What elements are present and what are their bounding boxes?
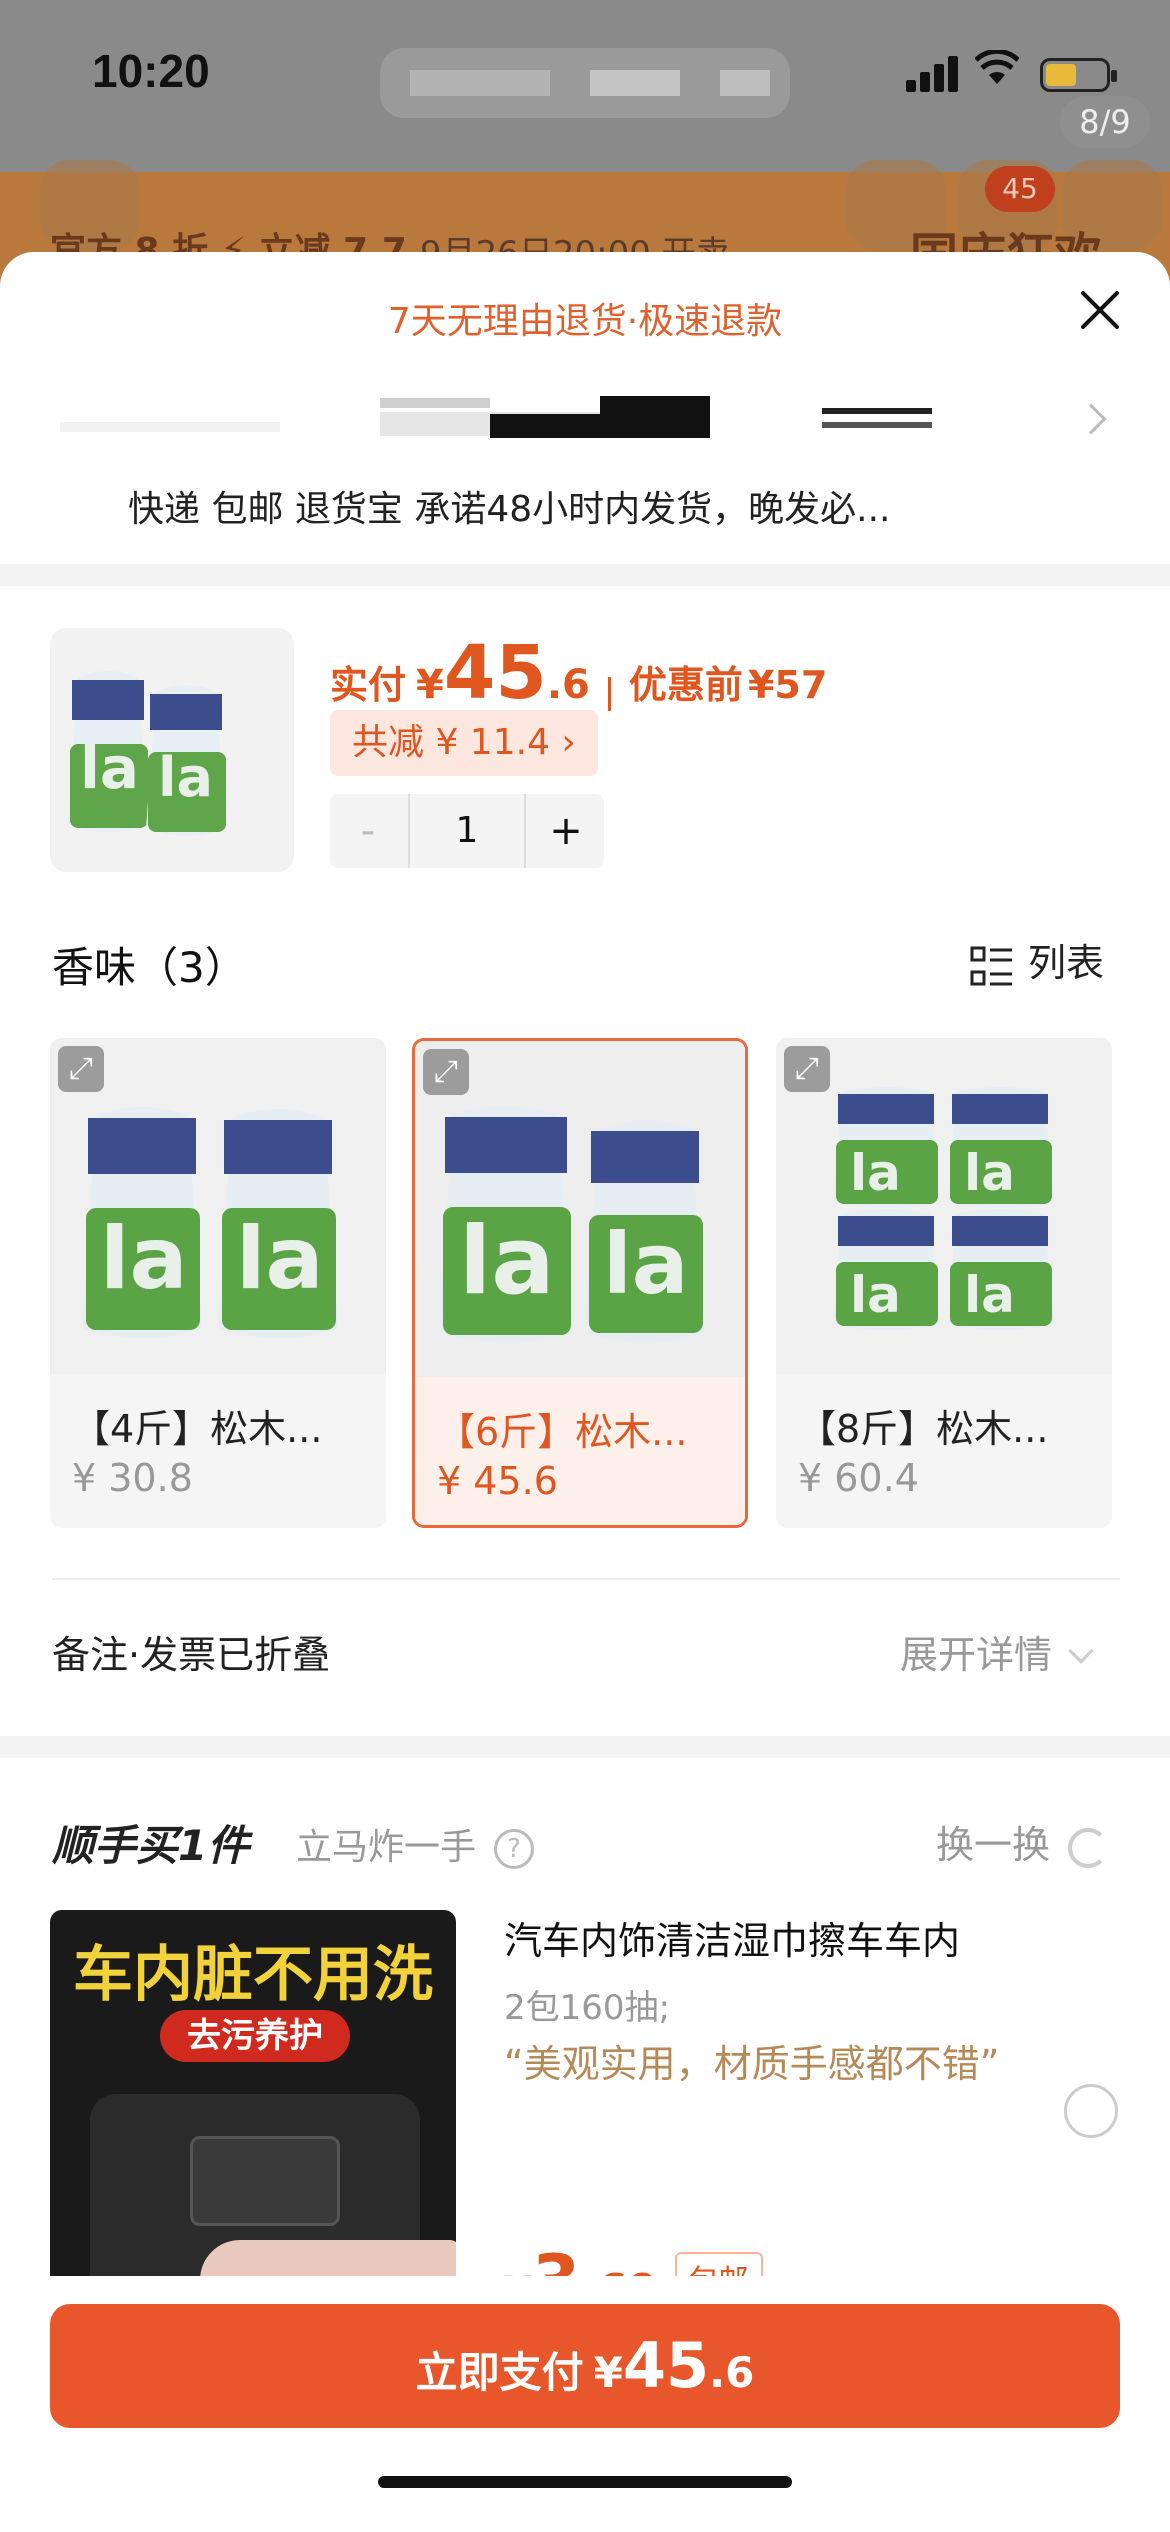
refresh-icon: [1068, 1827, 1109, 1868]
orig-price: ¥57: [747, 663, 828, 707]
variant-price: ¥ 60.4: [798, 1456, 919, 1500]
redacted-text: [60, 422, 280, 432]
service-summary: 快递 包邮 退货宝 承诺48小时内发货，晚发必...: [128, 489, 891, 530]
addon-product-name[interactable]: 汽车内饰清洁湿巾擦车车内: [504, 1910, 960, 1965]
decrease-button[interactable]: -: [330, 794, 406, 868]
increase-button[interactable]: +: [528, 794, 604, 868]
cart-badge: 45: [985, 166, 1055, 212]
divider: [52, 1578, 1120, 1580]
redacted-text: [822, 408, 932, 414]
variant-name: 【4斤】松木...: [72, 1407, 323, 1451]
addon-subtitle-text: 立马炸一手: [296, 1827, 477, 1868]
help-icon[interactable]: ?: [494, 1829, 535, 1869]
return-policy-note: 7天无理由退货·极速退款: [387, 301, 783, 342]
svg-text:la: la: [603, 1215, 688, 1313]
redacted-text: [822, 422, 932, 428]
quantity-value[interactable]: 1: [408, 794, 526, 868]
paid-label: 实付: [330, 663, 407, 707]
addon-title: 顺手买1件: [52, 1821, 250, 1870]
section-divider: [0, 564, 1170, 586]
expand-details-label: 展开详情: [900, 1633, 1053, 1677]
addon-image-headline: 车内脏不用洗: [73, 1940, 433, 2010]
product-thumbnail[interactable]: la la: [50, 628, 294, 872]
svg-text:la: la: [850, 1144, 901, 1202]
close-icon[interactable]: [1070, 280, 1130, 340]
pay-now-label: 立即支付: [415, 2348, 584, 2397]
addon-subtitle: 立马炸一手?: [296, 1818, 535, 1870]
orig-label: 优惠前: [628, 663, 743, 707]
dynamic-island: [380, 48, 790, 118]
pay-now-price-decimal: .6: [709, 2348, 755, 2397]
variant-section-title: 香味（3）: [52, 943, 247, 992]
variant-price: ¥ 30.8: [72, 1456, 193, 1500]
wifi-icon: [975, 50, 1019, 86]
variant-name: 【6斤】松木...: [437, 1410, 688, 1454]
variant-price: ¥ 45.6: [437, 1459, 558, 1503]
pay-now-button[interactable]: 立即支付 ¥45.6: [50, 2304, 1120, 2428]
expand-details-button[interactable]: 展开详情: [900, 1624, 1094, 1679]
discount-chip[interactable]: 共减 ¥ 11.4 ›: [330, 710, 598, 776]
price-decimal: .6: [546, 662, 590, 708]
redacted-text: [600, 396, 710, 438]
battery-icon: [1040, 58, 1117, 92]
svg-text:la: la: [100, 1209, 188, 1309]
currency-symbol: ¥: [416, 662, 444, 708]
purchase-sheet: 7天无理由退货·极速退款 快递 包邮 退货宝 承诺48小时内发货，晚发必... …: [0, 252, 1170, 2532]
svg-text:la: la: [459, 1207, 555, 1316]
addon-product-image[interactable]: 车内脏不用洗 去污养护: [50, 1910, 456, 2296]
svg-text:la: la: [158, 746, 213, 809]
expand-icon[interactable]: [784, 1046, 830, 1092]
price-separator: [607, 676, 611, 711]
image-page-counter: 8/9: [1060, 96, 1150, 148]
redacted-text: [380, 398, 490, 408]
price-summary: 实付 ¥45.6 优惠前 ¥57: [330, 630, 827, 716]
variant-card-6jin[interactable]: la la 【6斤】松木... ¥ 45.6: [412, 1038, 748, 1528]
svg-text:la: la: [80, 734, 139, 802]
chevron-down-icon: [1068, 1638, 1094, 1664]
list-view-toggle[interactable]: 列表: [970, 932, 1104, 988]
swap-button[interactable]: 换一换: [936, 1814, 1109, 1869]
expand-icon[interactable]: [58, 1046, 104, 1092]
section-divider: [0, 1736, 1170, 1758]
status-bar: 10:20 8/9: [0, 0, 1170, 150]
home-indicator[interactable]: [378, 2476, 792, 2488]
variant-name: 【8斤】松木...: [798, 1407, 1049, 1451]
svg-text:la: la: [850, 1266, 901, 1324]
cellular-signal-icon: [906, 56, 962, 92]
remark-label: 备注·发票已折叠: [52, 1633, 331, 1677]
status-time: 10:20: [92, 45, 210, 97]
addon-review-quote: “美观实用，材质手感都不错”: [504, 2042, 1000, 2086]
quantity-stepper: - 1 +: [330, 794, 604, 868]
addon-spec: 2包160抽;: [504, 1988, 670, 2028]
wipes-window-graphic: [190, 2136, 340, 2226]
expand-icon[interactable]: [423, 1049, 469, 1095]
pay-now-price-integer: 45: [622, 2329, 710, 2402]
variant-card-4jin[interactable]: la la 【4斤】松木... ¥ 30.8: [50, 1038, 386, 1528]
list-label: 列表: [1028, 941, 1105, 985]
swap-label: 换一换: [936, 1823, 1051, 1867]
address-row[interactable]: [0, 392, 1170, 462]
addon-image-tag: 去污养护: [160, 2010, 350, 2062]
svg-text:la: la: [964, 1266, 1015, 1324]
svg-text:la: la: [964, 1144, 1015, 1202]
pay-now-currency: ¥: [593, 2348, 623, 2397]
addon-select-radio[interactable]: [1064, 2084, 1118, 2138]
variant-card-8jin[interactable]: la la la la 【8斤】松木... ¥ 60.4: [776, 1038, 1112, 1528]
price-integer: 45: [443, 630, 547, 716]
list-icon: [970, 944, 1014, 988]
redacted-text: [490, 414, 600, 438]
svg-text:la: la: [236, 1209, 324, 1309]
